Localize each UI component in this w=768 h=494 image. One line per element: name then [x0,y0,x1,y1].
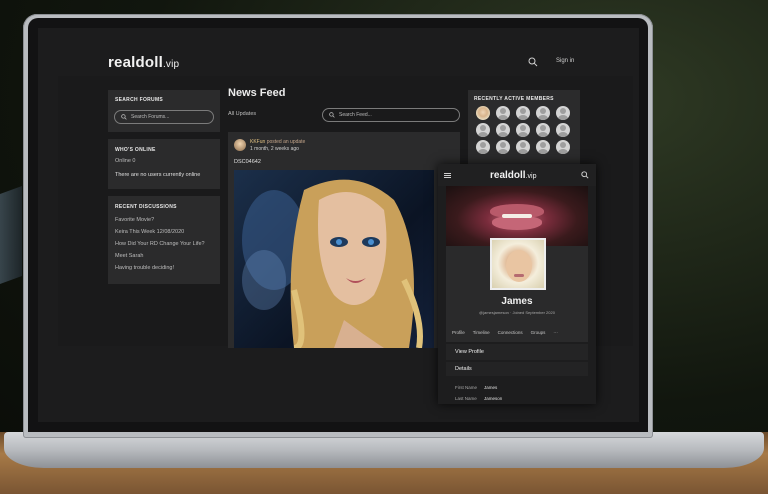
post-author[interactable]: KKFun [250,139,265,145]
profile-header: James @jamesjameson · Joined September 2… [446,238,588,342]
recent-discussions-panel: RECENT DISCUSSIONS Favorite Movie? Keira… [108,196,220,284]
lips-graphic [492,216,542,230]
detail-label: Last Name [455,396,477,401]
no-users-text: There are no users currently online [115,172,201,178]
member-avatar[interactable] [496,140,510,154]
background-light [0,185,22,285]
discussion-link[interactable]: Having trouble deciding! [115,265,174,271]
profile-name: James [501,296,533,307]
search-icon [121,114,127,120]
member-avatar[interactable] [556,123,570,137]
detail-row: Last Name Jameson [455,396,502,401]
member-avatar[interactable] [516,123,530,137]
sign-in-link[interactable]: Sign in [556,58,574,64]
member-avatar[interactable] [476,140,490,154]
detail-row: First Name James [455,385,497,390]
profile-avatar[interactable] [490,238,546,290]
member-avatar[interactable] [536,123,550,137]
profile-tabs: Profile Timeline Connections Groups ··· [452,330,558,335]
panel-title: RECENT DISCUSSIONS [115,204,177,210]
detail-value: James [484,385,498,390]
member-avatar[interactable] [556,106,570,120]
post-action: posted an update [266,139,306,145]
tab-connections[interactable]: Connections [498,330,523,335]
discussion-link[interactable]: Favorite Movie? [115,217,154,223]
mobile-header: realdoll.vip [438,164,596,186]
members-grid [476,106,570,154]
profile-handle: @jamesjameson · Joined September 2020 [479,310,555,315]
discussion-link[interactable]: Meet Sarah [115,253,143,259]
search-icon[interactable] [581,171,589,179]
tab-groups[interactable]: Groups [531,330,546,335]
member-avatar[interactable] [536,140,550,154]
feed-search-input[interactable]: Search Feed... [322,108,460,122]
member-avatar[interactable] [536,106,550,120]
page-title: News Feed [228,87,286,99]
member-avatar[interactable] [556,140,570,154]
member-avatar[interactable] [516,140,530,154]
recent-members-panel: RECENTLY ACTIVE MEMBERS [468,90,580,170]
search-icon[interactable] [528,57,538,67]
panel-title: SEARCH FORUMS [115,97,164,103]
avatar[interactable] [234,139,246,151]
search-forums-panel: SEARCH FORUMS Search Forums... [108,90,220,132]
panel-title: WHO'S ONLINE [115,147,156,153]
member-avatar[interactable] [476,106,490,120]
search-icon [329,112,335,118]
post-author-line: KKFun posted an update [250,139,305,145]
member-avatar[interactable] [496,123,510,137]
search-placeholder: Search Forums... [131,114,170,120]
site-logo[interactable]: realdoll.vip [108,54,179,71]
online-count: Online 0 [115,158,136,164]
tab-timeline[interactable]: Timeline [473,330,490,335]
cover-image [446,186,588,246]
tab-more[interactable]: ··· [553,330,558,335]
laptop-screen: realdoll.vip Sign in SEARCH FORUMS Searc… [38,28,639,422]
mobile-logo[interactable]: realdoll.vip [490,170,536,181]
detail-label: First Name [455,385,478,390]
activity-post: KKFun posted an update 1 month, 2 weeks … [228,132,460,348]
mobile-profile-preview: realdoll.vip James @jamesjameson · Joine… [438,164,596,404]
discussion-link[interactable]: Keira This Week 12/08/2020 [115,229,184,235]
details-heading: Details [446,362,588,376]
detail-value: Jameson [484,396,503,401]
post-time: 1 month, 2 weeks ago [250,146,299,152]
post-caption: DSC04642 [234,159,261,165]
member-avatar[interactable] [496,106,510,120]
hamburger-menu-icon[interactable] [444,173,451,178]
feed-filter[interactable]: All Updates [228,111,256,117]
member-avatar[interactable] [516,106,530,120]
post-image[interactable] [234,170,434,348]
site-header: realdoll.vip Sign in [38,28,639,76]
tab-profile[interactable]: Profile [452,330,465,335]
panel-title: RECENTLY ACTIVE MEMBERS [474,96,554,102]
forum-search-input[interactable]: Search Forums... [114,110,214,124]
teeth-graphic [502,214,532,218]
doll-portrait [242,179,423,348]
member-avatar[interactable] [476,123,490,137]
whos-online-panel: WHO'S ONLINE Online 0 There are no users… [108,139,220,189]
discussion-link[interactable]: How Did Your RD Change Your Life? [115,241,205,247]
search-placeholder: Search Feed... [339,112,372,118]
view-profile-link[interactable]: View Profile [446,344,588,360]
